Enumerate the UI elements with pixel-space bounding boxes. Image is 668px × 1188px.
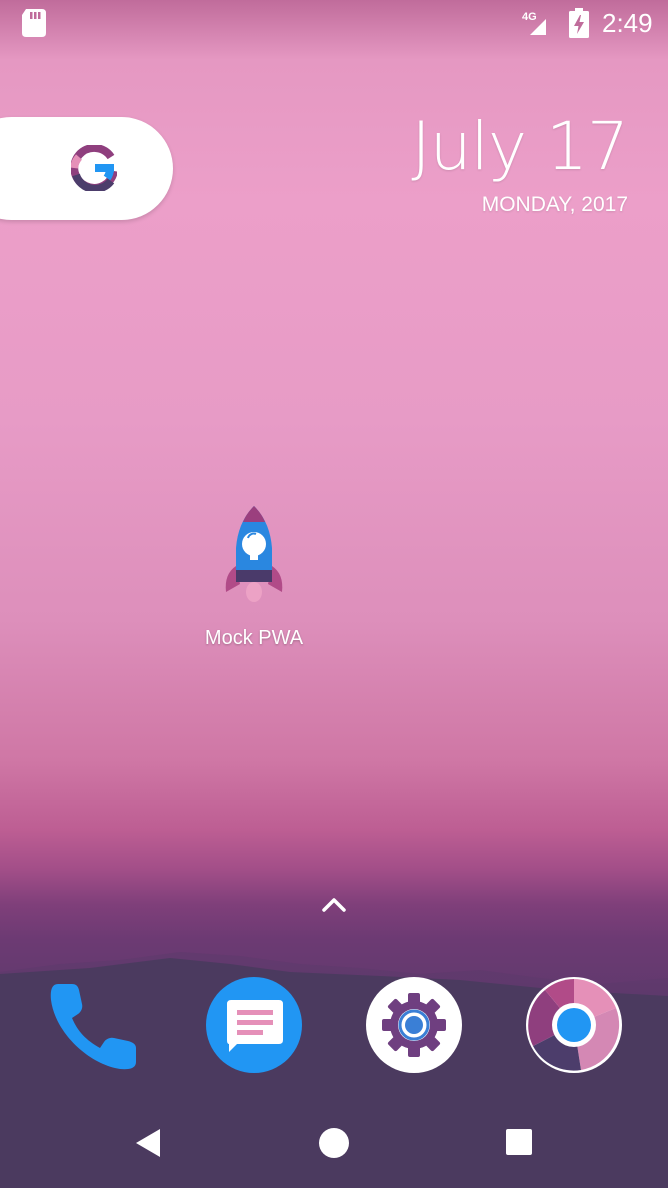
rocket-icon: [225, 506, 283, 602]
chrome-icon[interactable]: [525, 976, 623, 1074]
recents-icon[interactable]: [505, 1128, 533, 1156]
signal-icon: 4G: [522, 11, 546, 35]
phone-icon[interactable]: [48, 980, 140, 1072]
battery-charging-icon: [569, 8, 589, 38]
app-label: Mock PWA: [204, 627, 304, 649]
home-screen: 4G 2:49 July 17 MONDAY, 2017 Mock PWA: [0, 0, 668, 1188]
network-type-label: 4G: [522, 11, 537, 23]
settings-icon[interactable]: [365, 976, 463, 1074]
messages-icon[interactable]: [205, 976, 303, 1074]
home-icon[interactable]: [318, 1127, 350, 1159]
date-widget-weekday[interactable]: MONDAY, 2017: [482, 193, 628, 217]
chevron-up-icon[interactable]: [320, 894, 348, 914]
back-icon[interactable]: [134, 1127, 164, 1159]
status-bar: 4G 2:49: [0, 0, 668, 48]
status-clock: 2:49: [602, 8, 653, 38]
google-g-icon[interactable]: [71, 145, 117, 191]
date-widget-day[interactable]: July 17: [411, 108, 629, 185]
sd-card-icon: [22, 9, 46, 37]
app-shortcut-mock-pwa[interactable]: Mock PWA: [184, 500, 324, 660]
